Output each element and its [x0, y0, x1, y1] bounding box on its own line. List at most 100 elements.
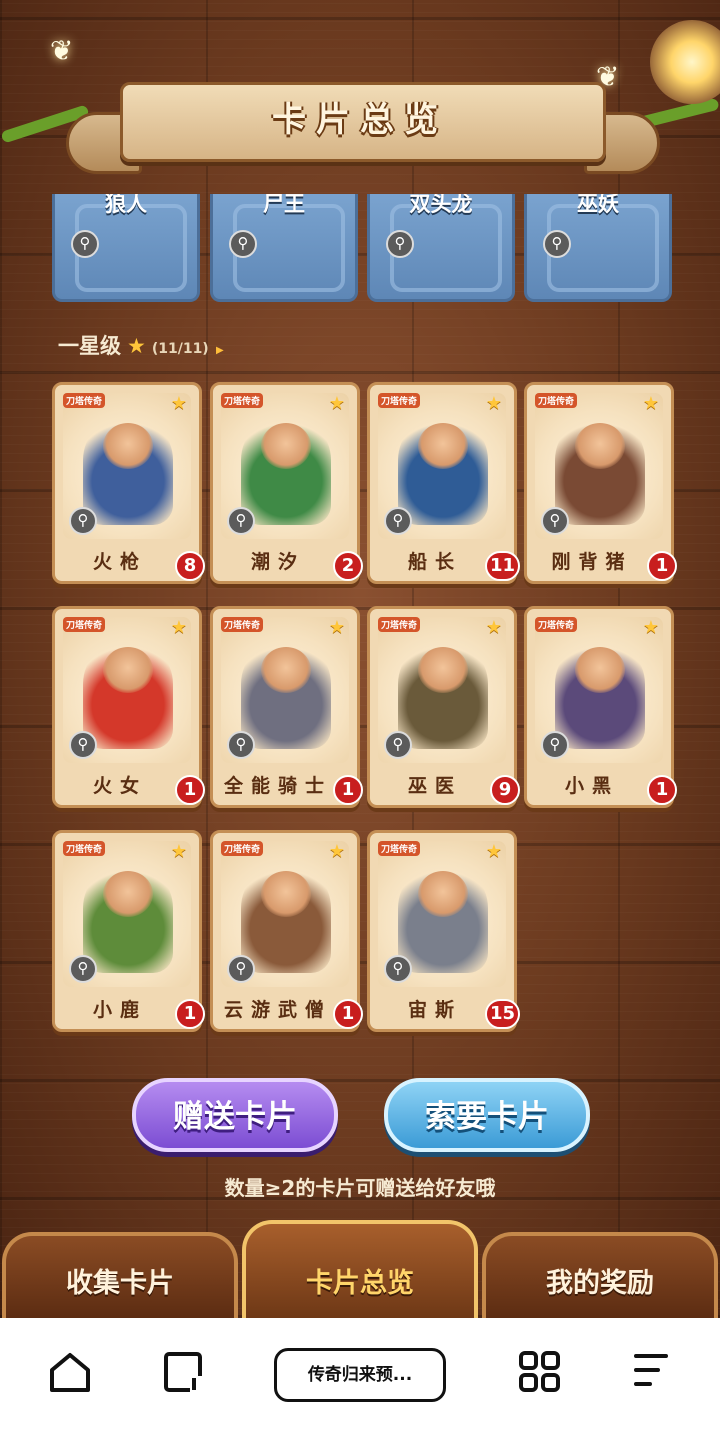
card-name: 火女 — [92, 775, 147, 797]
hero-head — [418, 423, 468, 469]
card-name: 云游武僧 — [223, 999, 332, 1021]
card-count-badge: 15 — [484, 999, 520, 1029]
card-name: 双头龙 — [409, 194, 473, 216]
hero-head — [261, 871, 311, 917]
card-back[interactable]: 双头龙 ⚲ — [367, 194, 515, 302]
arrow-right-icon: ▶ — [216, 345, 224, 356]
magnify-icon[interactable]: ⚲ — [384, 955, 412, 983]
hero-head — [575, 647, 625, 693]
magnify-icon[interactable]: ⚲ — [69, 955, 97, 983]
hero-card[interactable]: 刀塔传奇 ★ ⚲ 小鹿 1 — [52, 830, 205, 1032]
tabs-icon[interactable] — [162, 1350, 206, 1394]
home-icon[interactable] — [48, 1350, 92, 1394]
star-icon: ★ — [328, 393, 345, 414]
tab-collect-cards[interactable]: 收集卡片 — [2, 1232, 238, 1318]
page-title: 卡片总览 — [272, 100, 448, 140]
game-logo: 刀塔传奇 — [63, 617, 106, 632]
hero-card[interactable]: 刀塔传奇 ★ ⚲ 火女 1 — [52, 606, 205, 808]
card-count-badge: 1 — [647, 775, 677, 805]
card-count-badge: 1 — [333, 775, 363, 805]
card-name: 巫医 — [407, 775, 462, 797]
hero-card[interactable]: 刀塔传奇 ★ ⚲ 火枪 8 — [52, 382, 205, 584]
hero-head — [103, 423, 153, 469]
game-logo: 刀塔传奇 — [378, 841, 421, 856]
hero-head — [418, 647, 468, 693]
card-name: 火枪 — [92, 551, 147, 573]
hero-head — [575, 423, 625, 469]
card-name: 船长 — [407, 551, 462, 573]
hero-card[interactable]: 刀塔传奇 ★ ⚲ 船长 11 — [367, 382, 520, 584]
star-icon: ★ — [127, 334, 146, 358]
tab-my-rewards[interactable]: 我的奖励 — [482, 1232, 718, 1318]
magnify-icon[interactable]: ⚲ — [229, 230, 257, 258]
magnify-icon[interactable]: ⚲ — [227, 507, 255, 535]
tab-title-pill[interactable]: 传奇归来预... — [274, 1348, 446, 1402]
request-card-button[interactable]: 索要卡片 — [384, 1078, 590, 1152]
section-count: (11/11) — [151, 341, 209, 357]
hero-card[interactable]: 刀塔传奇 ★ ⚲ 宙斯 15 — [367, 830, 520, 1032]
game-logo: 刀塔传奇 — [221, 617, 264, 632]
card-back[interactable]: 巫妖 ⚲ — [524, 194, 672, 302]
star-icon: ★ — [328, 617, 345, 638]
hero-head — [261, 423, 311, 469]
apps-grid-icon[interactable] — [518, 1350, 562, 1394]
game-logo: 刀塔传奇 — [535, 617, 578, 632]
hero-head — [418, 871, 468, 917]
card-name: 尸王 — [263, 194, 305, 216]
section-title-label: 一星级 — [58, 334, 121, 358]
card-name: 小黑 — [564, 775, 619, 797]
game-logo: 刀塔传奇 — [221, 841, 264, 856]
magnify-icon[interactable]: ⚲ — [69, 731, 97, 759]
star-icon: ★ — [170, 393, 187, 414]
card-name: 潮汐 — [250, 551, 305, 573]
section-title: 一星级 ★ (11/11) ▶ — [58, 330, 224, 360]
magnify-icon[interactable]: ⚲ — [541, 731, 569, 759]
tab-card-overview[interactable]: 卡片总览 — [242, 1220, 478, 1318]
magnify-icon[interactable]: ⚲ — [227, 731, 255, 759]
card-name: 狼人 — [105, 194, 147, 216]
hero-card[interactable]: 刀塔传奇 ★ ⚲ 小黑 1 — [524, 606, 677, 808]
card-count-badge: 9 — [490, 775, 520, 805]
card-count-badge: 11 — [484, 551, 520, 581]
hero-card[interactable]: 刀塔传奇 ★ ⚲ 刚背猪 1 — [524, 382, 677, 584]
star-icon: ★ — [485, 393, 502, 414]
card-name: 小鹿 — [92, 999, 147, 1021]
hero-card[interactable]: 刀塔传奇 ★ ⚲ 潮汐 2 — [210, 382, 363, 584]
card-count-badge: 2 — [333, 551, 363, 581]
star-icon: ★ — [170, 841, 187, 862]
game-logo: 刀塔传奇 — [378, 617, 421, 632]
magnify-icon[interactable]: ⚲ — [386, 230, 414, 258]
menu-icon[interactable] — [632, 1350, 672, 1394]
magnify-icon[interactable]: ⚲ — [227, 955, 255, 983]
magnify-icon[interactable]: ⚲ — [71, 230, 99, 258]
card-name: 全能骑士 — [223, 775, 332, 797]
hero-card[interactable]: 刀塔传奇 ★ ⚲ 云游武僧 1 — [210, 830, 363, 1032]
magnify-icon[interactable]: ⚲ — [384, 507, 412, 535]
star-icon: ★ — [485, 617, 502, 638]
card-count-badge: 1 — [175, 775, 205, 805]
magnify-icon[interactable]: ⚲ — [69, 507, 97, 535]
magnify-icon[interactable]: ⚲ — [543, 230, 571, 258]
gift-card-button[interactable]: 赠送卡片 — [132, 1078, 338, 1152]
hero-head — [103, 871, 153, 917]
star-icon: ★ — [328, 841, 345, 862]
card-name: 刚背猪 — [551, 551, 633, 573]
star-icon: ★ — [170, 617, 187, 638]
gift-hint: 数量≥2的卡片可赠送给好友哦 — [224, 1176, 496, 1200]
butterfly-left-icon: ❦ — [50, 34, 74, 67]
hero-card[interactable]: 刀塔传奇 ★ ⚲ 巫医 9 — [367, 606, 520, 808]
magnify-icon[interactable]: ⚲ — [541, 507, 569, 535]
hero-head — [103, 647, 153, 693]
hero-card[interactable]: 刀塔传奇 ★ ⚲ 全能骑士 1 — [210, 606, 363, 808]
star-icon: ★ — [485, 841, 502, 862]
game-logo: 刀塔传奇 — [535, 393, 578, 408]
card-count-badge: 1 — [175, 999, 205, 1029]
game-logo: 刀塔传奇 — [378, 393, 421, 408]
card-back[interactable]: 狼人 ⚲ — [52, 194, 200, 302]
card-name: 巫妖 — [577, 194, 619, 216]
magnify-icon[interactable]: ⚲ — [384, 731, 412, 759]
card-back[interactable]: 尸王 ⚲ — [210, 194, 358, 302]
card-count-badge: 8 — [175, 551, 205, 581]
hero-head — [261, 647, 311, 693]
card-name: 宙斯 — [407, 999, 462, 1021]
